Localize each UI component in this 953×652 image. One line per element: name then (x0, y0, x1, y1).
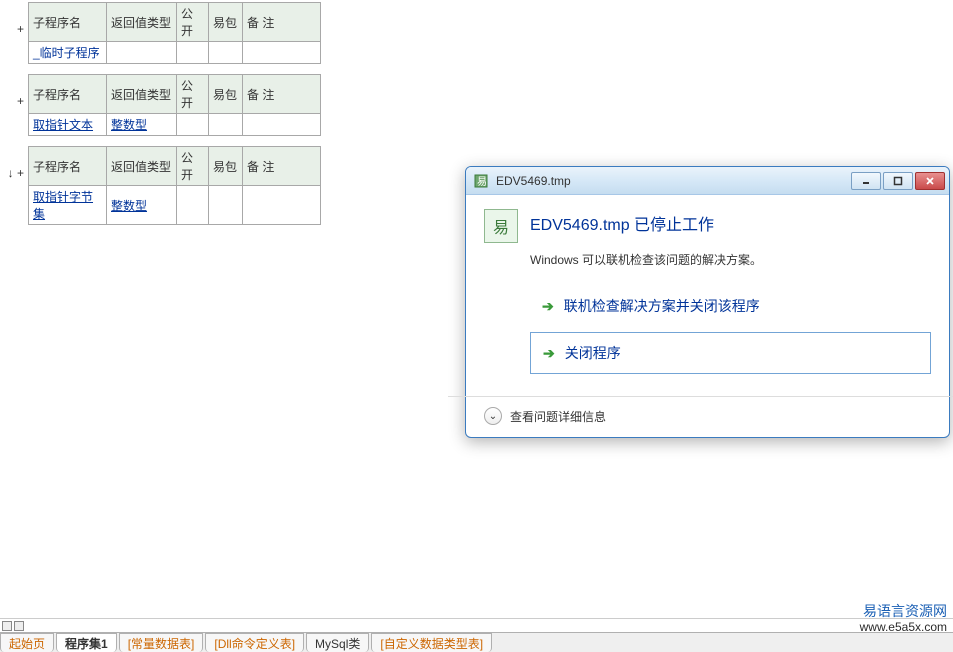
cell-easy[interactable] (209, 42, 243, 64)
option-label: 联机检查解决方案并关闭该程序 (564, 296, 760, 316)
th-easy: 易包 (209, 3, 243, 42)
th-pub: 公开 (177, 75, 209, 114)
window-title: EDV5469.tmp (496, 174, 851, 188)
watermark-cn: 易语言资源网 (860, 606, 947, 620)
cell-ret[interactable]: 整数型 (107, 114, 177, 136)
expand-marker[interactable]: + (0, 2, 28, 36)
minimize-button[interactable] (851, 172, 881, 190)
chevron-down-icon: ⌄ (484, 407, 502, 425)
options-list: ➔ 联机检查解决方案并关闭该程序 ➔ 关闭程序 (530, 286, 931, 374)
dialog-subtitle: Windows 可以联机检查该问题的解决方案。 (530, 251, 931, 268)
window-icon: 易 (474, 173, 490, 189)
option-label: 关闭程序 (565, 343, 621, 363)
ruler-box[interactable] (14, 621, 24, 631)
cell-name[interactable]: _临时子程序 (29, 42, 107, 64)
th-name: 子程序名 (29, 75, 107, 114)
ruler (0, 618, 953, 632)
maximize-button[interactable] (883, 172, 913, 190)
window-buttons (851, 172, 945, 190)
view-details[interactable]: ⌄ 查看问题详细信息 (466, 397, 949, 437)
th-note: 备 注 (243, 75, 321, 114)
tab-dll[interactable]: [Dll命令定义表] (205, 633, 304, 652)
cell-pub[interactable] (177, 42, 209, 64)
th-name: 子程序名 (29, 147, 107, 186)
cell-note[interactable] (243, 114, 321, 136)
option-check-online[interactable]: ➔ 联机检查解决方案并关闭该程序 (530, 286, 931, 326)
svg-text:易: 易 (477, 176, 487, 188)
subroutine-table: 子程序名 返回值类型 公开 易包 备 注 _临时子程序 (28, 2, 321, 64)
table-block-2: + 子程序名 返回值类型 公开 易包 备 注 取指针文本 整数型 (0, 74, 953, 136)
table-row[interactable]: 取指针文本 整数型 (29, 114, 321, 136)
details-label: 查看问题详细信息 (510, 408, 606, 425)
th-note: 备 注 (243, 147, 321, 186)
cell-name[interactable]: 取指针文本 (29, 114, 107, 136)
th-easy: 易包 (209, 147, 243, 186)
tab-program-set[interactable]: 程序集1 (56, 633, 117, 652)
dialog-body: 易 EDV5469.tmp 已停止工作 Windows 可以联机检查该问题的解决… (466, 195, 949, 390)
tab-mysql[interactable]: MySql类 (306, 633, 369, 652)
bottom-area: 易语言资源网 www.e5a5x.com 起始页 程序集1 [常量数据表] [D… (0, 618, 953, 652)
th-pub: 公开 (177, 147, 209, 186)
tab-constants[interactable]: [常量数据表] (119, 633, 204, 652)
th-note: 备 注 (243, 3, 321, 42)
cell-pub[interactable] (177, 114, 209, 136)
expand-marker[interactable]: + (0, 74, 28, 108)
watermark: 易语言资源网 www.e5a5x.com (860, 606, 947, 634)
th-ret: 返回值类型 (107, 3, 177, 42)
tab-custom-types[interactable]: [自定义数据类型表] (371, 633, 492, 652)
table-block-1: + 子程序名 返回值类型 公开 易包 备 注 _临时子程序 (0, 2, 953, 64)
error-dialog: 易 EDV5469.tmp 易 EDV5469.tmp 已停止工作 Window… (465, 166, 950, 438)
table-row[interactable]: _临时子程序 (29, 42, 321, 64)
arrow-icon: ➔ (542, 298, 554, 315)
tab-bar: 起始页 程序集1 [常量数据表] [Dll命令定义表] MySql类 [自定义数… (0, 632, 953, 652)
cell-note[interactable] (243, 42, 321, 64)
watermark-url: www.e5a5x.com (860, 620, 947, 634)
arrow-icon: ➔ (543, 345, 555, 362)
ruler-box[interactable] (2, 621, 12, 631)
dialog-header: 易 EDV5469.tmp 已停止工作 (484, 209, 931, 243)
cell-ret[interactable]: 整数型 (107, 186, 177, 225)
cell-note[interactable] (243, 186, 321, 225)
option-close-program[interactable]: ➔ 关闭程序 (530, 332, 931, 374)
cell-name[interactable]: 取指针字节集 (29, 186, 107, 225)
cell-ret[interactable] (107, 42, 177, 64)
cell-easy[interactable] (209, 114, 243, 136)
tab-start[interactable]: 起始页 (0, 633, 54, 652)
th-ret: 返回值类型 (107, 75, 177, 114)
titlebar[interactable]: 易 EDV5469.tmp (466, 167, 949, 195)
table-row[interactable]: 取指针字节集 整数型 (29, 186, 321, 225)
th-ret: 返回值类型 (107, 147, 177, 186)
cell-easy[interactable] (209, 186, 243, 225)
cell-pub[interactable] (177, 186, 209, 225)
close-button[interactable] (915, 172, 945, 190)
th-name: 子程序名 (29, 3, 107, 42)
dialog-title: EDV5469.tmp 已停止工作 (530, 209, 714, 243)
app-icon: 易 (484, 209, 518, 243)
subroutine-table: 子程序名 返回值类型 公开 易包 备 注 取指针字节集 整数型 (28, 146, 321, 225)
th-easy: 易包 (209, 75, 243, 114)
th-pub: 公开 (177, 3, 209, 42)
expand-marker[interactable]: ↓ + (0, 146, 28, 180)
subroutine-table: 子程序名 返回值类型 公开 易包 备 注 取指针文本 整数型 (28, 74, 321, 136)
